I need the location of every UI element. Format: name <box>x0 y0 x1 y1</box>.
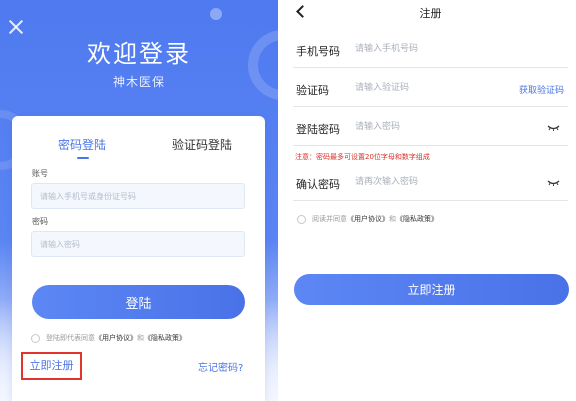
register-screen: 注册 手机号码 验证码 获取验证码 登陆密码 注意：密码最多可设置20位字母和数… <box>285 0 576 401</box>
agreement-prefix: 阅读并同意 <box>312 215 347 223</box>
forgot-password-link[interactable]: 忘记密码? <box>198 359 243 374</box>
agreement-and: 和 <box>137 334 144 342</box>
account-label: 账号 <box>32 169 48 178</box>
password-input[interactable] <box>32 232 244 257</box>
password-label: 登陆密码 <box>296 123 340 136</box>
phone-row: 手机号码 <box>293 31 568 68</box>
password-row: 登陆密码 <box>293 109 568 146</box>
user-agreement-link[interactable]: 《用户协议》 <box>347 215 389 223</box>
get-code-button[interactable]: 获取验证码 <box>519 83 564 96</box>
password-input[interactable] <box>355 117 495 137</box>
eye-closed-icon[interactable] <box>547 123 560 131</box>
phone-label: 手机号码 <box>296 45 340 58</box>
active-tab-indicator <box>77 157 89 159</box>
login-agreement: 登陆即代表同意《用户协议》和《隐私政策》 <box>31 333 186 343</box>
app-name: 神木医保 <box>112 75 165 89</box>
password-hint: 注意：密码最多可设置20位字母和数字组成 <box>295 153 430 161</box>
code-row: 验证码 获取验证码 <box>293 70 568 107</box>
agreement-radio[interactable] <box>297 214 306 224</box>
privacy-policy-link[interactable]: 《隐私政策》 <box>144 334 186 342</box>
decorative-dot <box>210 8 222 20</box>
tab-code-login[interactable]: 验证码登陆 <box>142 136 262 153</box>
login-screen: 欢迎登录 神木医保 密码登陆 验证码登陆 账号 密码 登陆 登陆即代表同意《用户… <box>0 0 278 401</box>
account-field <box>31 183 245 209</box>
register-now-link[interactable]: 立即注册 <box>21 352 82 380</box>
login-button[interactable]: 登陆 <box>32 285 245 319</box>
confirm-row: 确认密码 <box>293 164 568 201</box>
page-title: 注册 <box>419 7 442 20</box>
password-label: 密码 <box>32 217 48 226</box>
agreement-radio[interactable] <box>31 333 40 343</box>
user-agreement-link[interactable]: 《用户协议》 <box>95 334 137 342</box>
confirm-label: 确认密码 <box>296 178 340 191</box>
register-agreement: 阅读并同意《用户协议》和《隐私政策》 <box>297 214 438 224</box>
tab-password-login[interactable]: 密码登陆 <box>12 136 152 153</box>
phone-input[interactable] <box>355 39 495 59</box>
eye-closed-icon[interactable] <box>547 178 560 186</box>
password-field <box>31 231 245 257</box>
agreement-prefix: 登陆即代表同意 <box>46 334 95 342</box>
confirm-input[interactable] <box>355 172 495 192</box>
register-button[interactable]: 立即注册 <box>294 274 569 305</box>
account-input[interactable] <box>32 184 244 209</box>
privacy-policy-link[interactable]: 《隐私政策》 <box>396 215 438 223</box>
code-input[interactable] <box>355 78 495 98</box>
agreement-and: 和 <box>389 215 396 223</box>
code-label: 验证码 <box>296 84 329 97</box>
welcome-title: 欢迎登录 <box>87 40 191 68</box>
